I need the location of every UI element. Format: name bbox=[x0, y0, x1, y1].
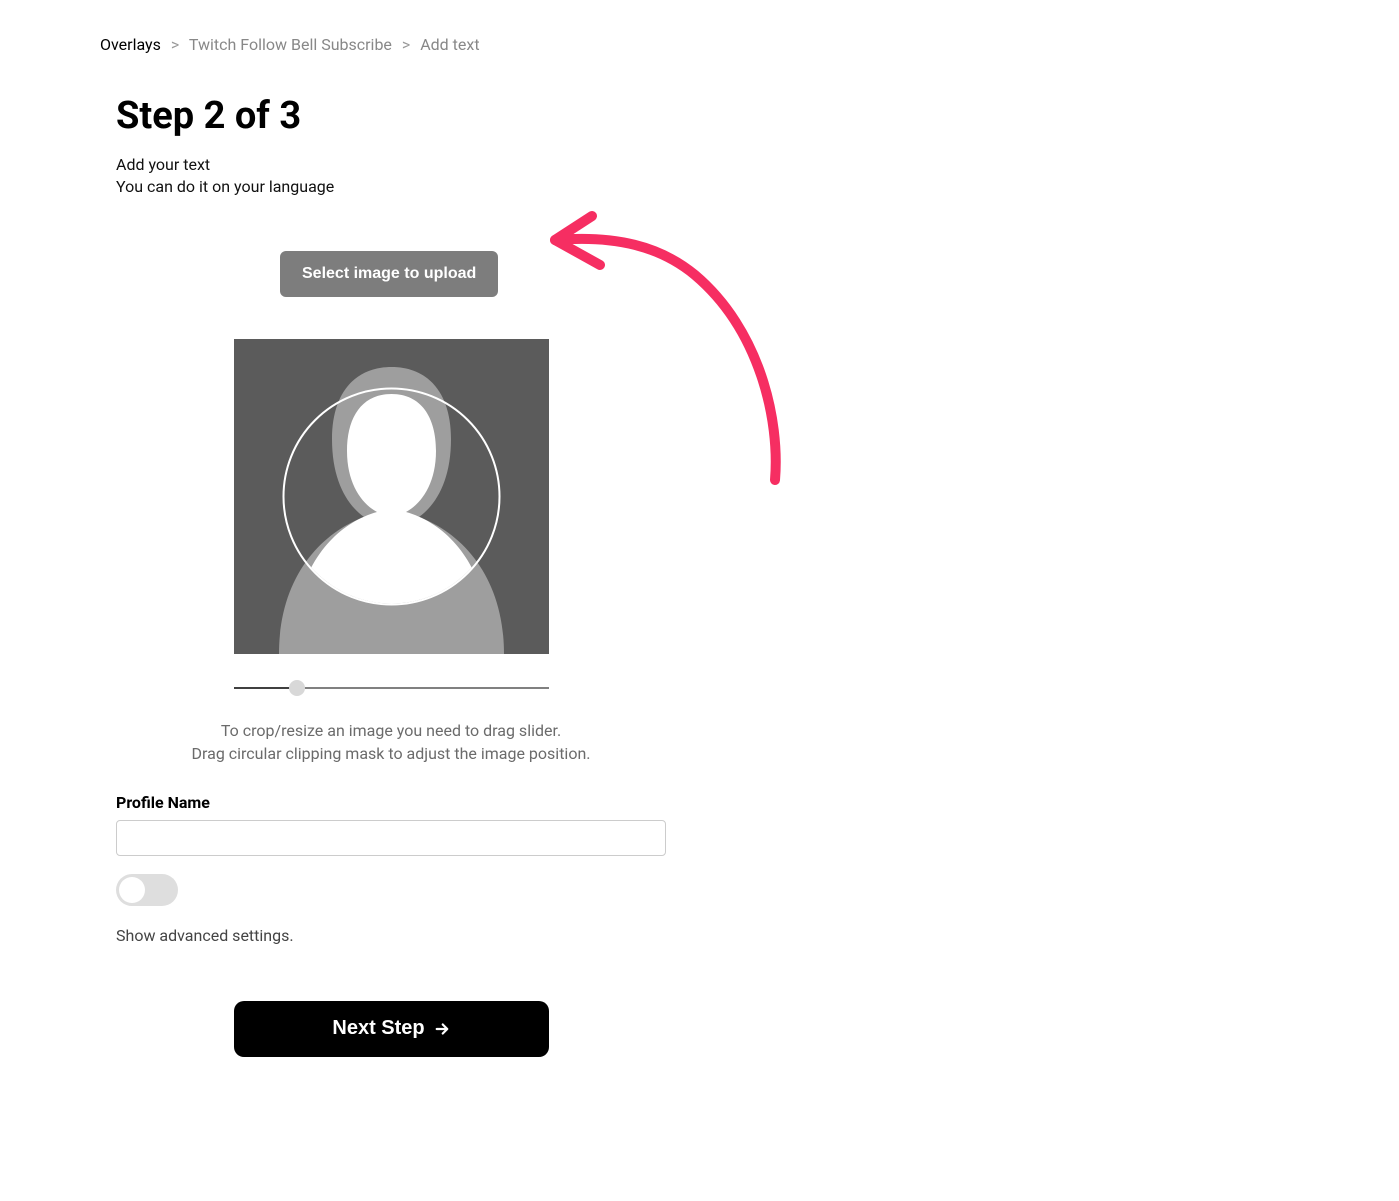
breadcrumb-item-current: Add text bbox=[420, 35, 479, 54]
avatar-placeholder-icon bbox=[234, 339, 549, 654]
chevron-right-icon: > bbox=[402, 35, 410, 54]
toggle-knob bbox=[119, 877, 145, 903]
zoom-slider[interactable] bbox=[234, 680, 549, 696]
profile-name-label: Profile Name bbox=[116, 793, 1299, 812]
step-desc-line2: You can do it on your language bbox=[116, 176, 1299, 198]
next-step-button[interactable]: Next Step bbox=[234, 1001, 549, 1057]
help-line-2: Drag circular clipping mask to adjust th… bbox=[116, 743, 666, 765]
image-preview[interactable] bbox=[234, 339, 549, 654]
help-line-1: To crop/resize an image you need to drag… bbox=[116, 720, 666, 742]
slider-thumb[interactable] bbox=[289, 680, 305, 696]
breadcrumb: Overlays > Twitch Follow Bell Subscribe … bbox=[100, 35, 1299, 54]
breadcrumb-item-overlays[interactable]: Overlays bbox=[100, 35, 161, 54]
image-help-text: To crop/resize an image you need to drag… bbox=[116, 720, 666, 765]
page-title: Step 2 of 3 bbox=[116, 94, 1299, 138]
breadcrumb-item-template[interactable]: Twitch Follow Bell Subscribe bbox=[189, 35, 392, 54]
chevron-right-icon: > bbox=[171, 35, 179, 54]
arrow-right-icon bbox=[433, 1020, 451, 1038]
slider-fill bbox=[234, 687, 297, 689]
advanced-settings-label: Show advanced settings. bbox=[116, 926, 1299, 945]
advanced-settings-toggle[interactable] bbox=[116, 874, 178, 906]
profile-name-input[interactable] bbox=[116, 820, 666, 856]
select-image-button[interactable]: Select image to upload bbox=[280, 251, 498, 297]
step-description: Add your text You can do it on your lang… bbox=[116, 154, 1299, 197]
step-desc-line1: Add your text bbox=[116, 154, 1299, 176]
next-step-label: Next Step bbox=[332, 1017, 424, 1040]
